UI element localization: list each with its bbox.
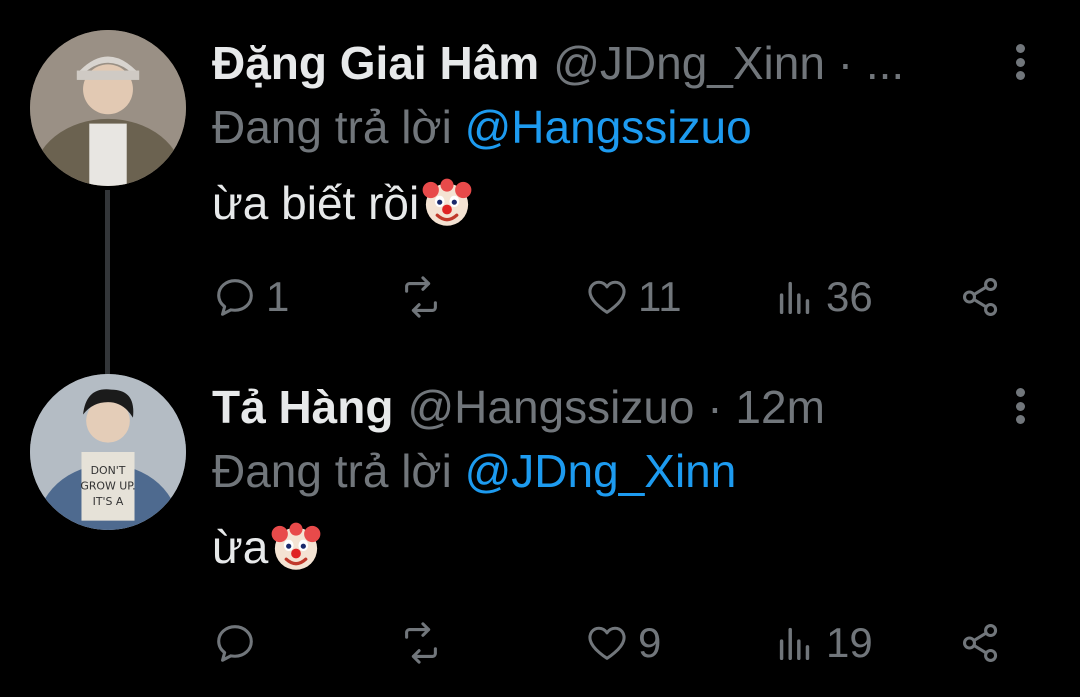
mention-link[interactable]: @Hangssizuo [465,101,752,153]
reply-icon [217,279,253,316]
clown-face-icon [272,522,321,570]
share-icon [962,624,998,662]
heart-icon [588,626,626,660]
avatar-photo: DON'T GROW UP. IT'S A [30,374,186,530]
share-button[interactable] [958,272,1004,322]
tweet-text-body: ừa biết rồi [212,177,420,229]
svg-text:DON'T: DON'T [91,464,126,477]
tweet-header: Đặng Giai Hâm @JDng_Xinn · ... [212,36,1040,92]
replying-prefix: Đang trả lời [212,101,452,153]
avatar[interactable] [30,30,186,186]
share-button[interactable] [958,618,1004,668]
tweet-text: ừa [212,520,1040,574]
reply-button[interactable] [212,618,266,668]
reply-icon [217,625,253,662]
reply-button[interactable]: 1 [212,272,289,322]
retweet-button[interactable] [398,272,452,322]
handle-and-time[interactable]: @JDng_Xinn · ... [553,36,904,90]
share-icon [962,278,998,316]
views-button[interactable]: 19 [772,618,873,668]
handle-and-time[interactable]: @Hangssizuo · 12m [407,380,824,434]
svg-text:IT'S A: IT'S A [93,495,124,508]
views-icon [779,281,810,315]
tweet-header: Tả Hàng @Hangssizuo · 12m [212,380,1040,436]
mention-link[interactable]: @JDng_Xinn [465,445,737,497]
tweet[interactable]: Đặng Giai Hâm @JDng_Xinn · ... Đang trả … [0,0,1080,375]
tweet-text: ừa biết rồi [212,176,1040,230]
views-button[interactable]: 36 [772,272,873,322]
display-name[interactable]: Tả Hàng [212,380,393,434]
replying-to: Đang trả lời @Hangssizuo [212,100,1040,154]
like-button[interactable]: 11 [584,272,682,322]
avatar[interactable]: DON'T GROW UP. IT'S A [30,374,186,530]
replying-to: Đang trả lời @JDng_Xinn [212,444,1040,498]
svg-text:GROW UP.: GROW UP. [80,479,135,492]
retweet-icon [405,622,437,664]
retweet-button[interactable] [398,618,452,668]
like-count: 11 [638,273,682,320]
avatar-photo [30,30,186,186]
reply-count: 1 [266,273,290,320]
view-count: 19 [826,619,873,666]
like-count: 9 [638,619,662,666]
more-options-icon[interactable] [1000,386,1040,426]
display-name[interactable]: Đặng Giai Hâm [212,36,539,90]
tweet-actions: 9 19 [212,618,1012,668]
tweet-actions: 1 11 36 [212,272,1012,322]
more-options-icon[interactable] [1000,42,1040,82]
replying-prefix: Đang trả lời [212,445,452,497]
heart-icon [588,280,626,314]
views-icon [779,627,810,661]
clown-face-icon [422,178,472,226]
thread-line [105,190,110,375]
tweet-text-body: ừa [212,521,269,573]
like-button[interactable]: 9 [584,618,661,668]
tweet-content: Tả Hàng @Hangssizuo · 12m Đang trả lời @… [212,380,1040,574]
view-count: 36 [826,273,873,320]
retweet-icon [405,276,437,318]
tweet[interactable]: DON'T GROW UP. IT'S A Tả Hàng @Hangssizu… [0,350,1080,697]
tweet-content: Đặng Giai Hâm @JDng_Xinn · ... Đang trả … [212,36,1040,230]
